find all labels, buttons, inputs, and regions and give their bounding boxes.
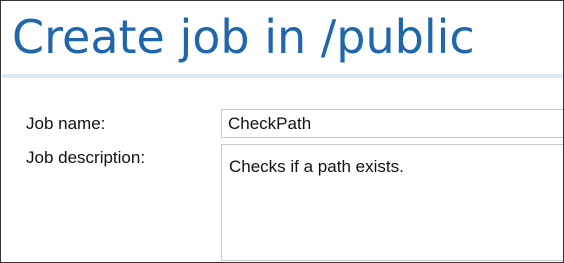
- job-name-input[interactable]: [221, 109, 563, 138]
- job-name-label: Job name:: [26, 114, 106, 133]
- create-job-panel: Create job in /public Job name: Job desc…: [0, 0, 564, 263]
- job-description-textarea[interactable]: Checks if a path exists.: [221, 144, 563, 261]
- title-divider: [2, 74, 563, 78]
- page-title: Create job in /public: [12, 10, 475, 64]
- job-description-label: Job description:: [26, 148, 146, 167]
